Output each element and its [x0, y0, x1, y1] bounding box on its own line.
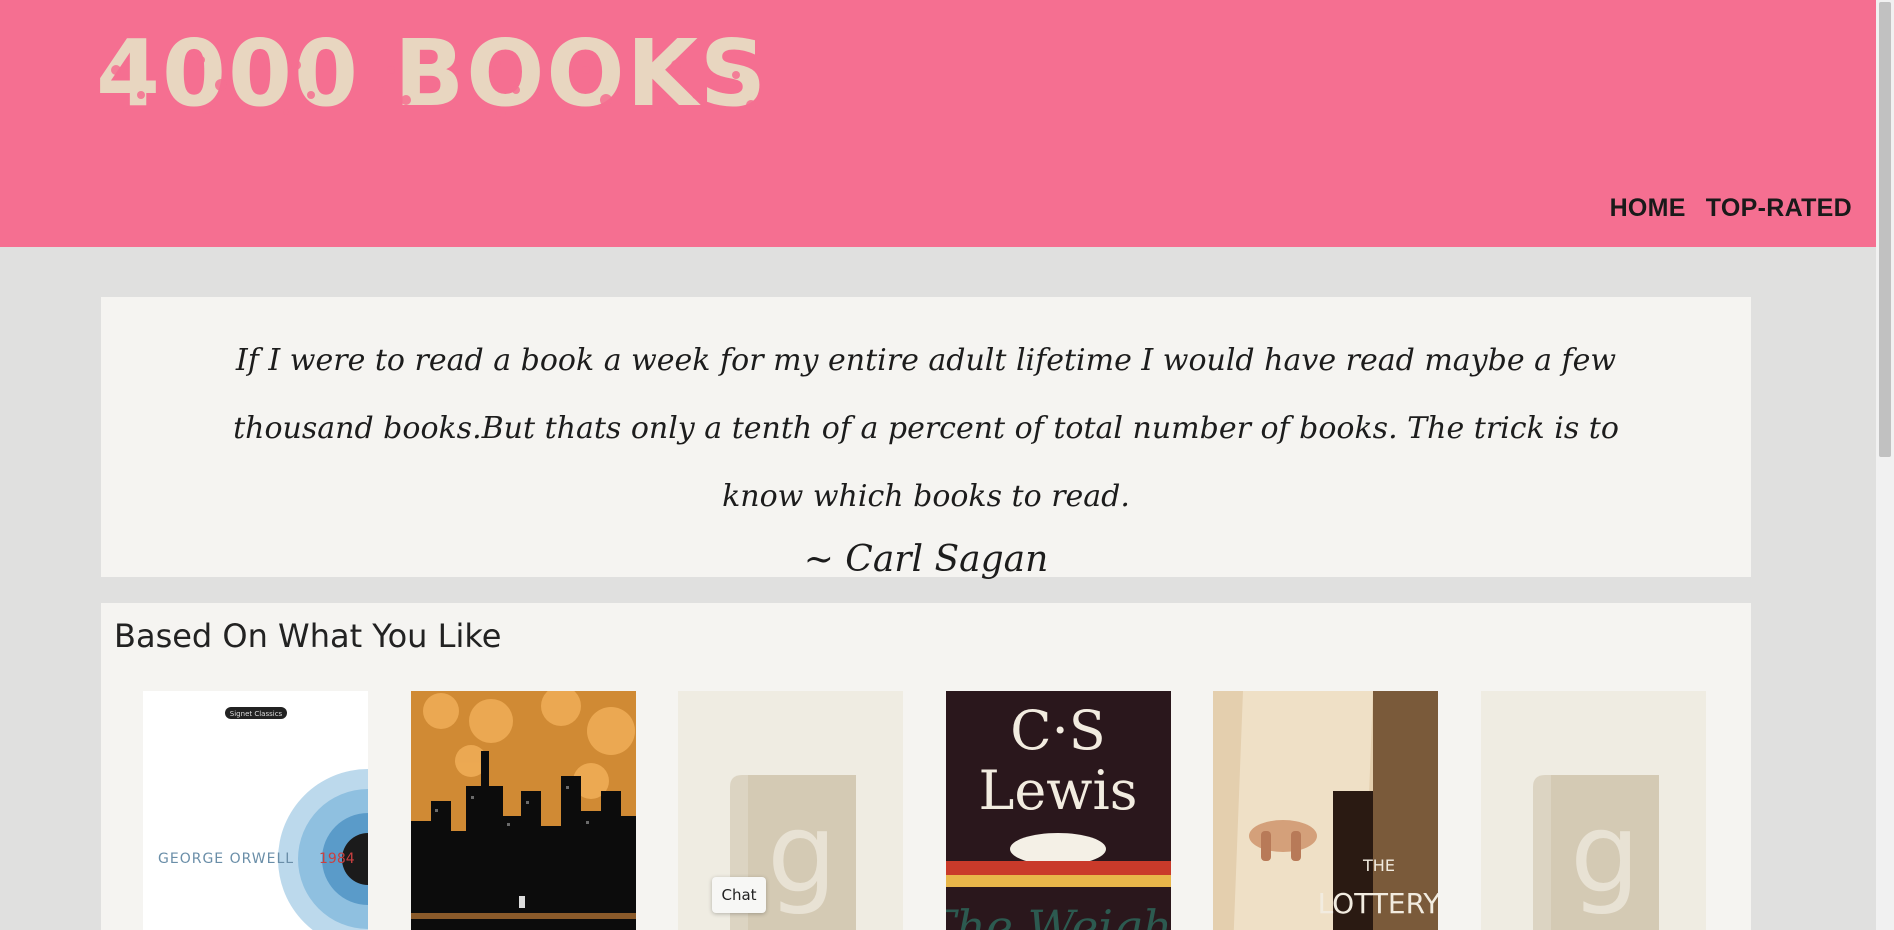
- svg-text:Signet Classics: Signet Classics: [230, 710, 283, 718]
- nav-top-rated-link[interactable]: TOP-RATED: [1706, 194, 1852, 223]
- quote-author: ~ Carl Sagan: [803, 539, 1049, 580]
- scrollbar-thumb[interactable]: [1879, 2, 1891, 457]
- book-card[interactable]: [411, 691, 636, 930]
- vertical-scrollbar[interactable]: [1876, 0, 1894, 930]
- main-nav: HOME TOP-RATED: [1610, 194, 1852, 223]
- svg-text:GEORGE ORWELL: GEORGE ORWELL: [158, 851, 294, 867]
- book-card[interactable]: g: [1481, 691, 1706, 930]
- recommendations-panel: Based On What You Like Signet Classics G…: [101, 603, 1751, 930]
- book-cover-cs-lewis: C·S Lewis The Weight: [946, 691, 1171, 930]
- book-card[interactable]: Signet Classics GEORGE ORWELL 1984: [143, 691, 368, 930]
- svg-text:LOTTERY: LOTTERY: [1318, 887, 1438, 920]
- svg-text:C·S: C·S: [1010, 699, 1105, 762]
- svg-text:g: g: [1570, 789, 1640, 917]
- book-cover-1984: Signet Classics GEORGE ORWELL 1984: [143, 691, 368, 930]
- page: 4000 BOOKS HOME TOP-RATED If I were to r…: [0, 0, 1894, 930]
- quote-text: If I were to read a book a week for my e…: [233, 343, 1619, 514]
- svg-text:THE: THE: [1362, 856, 1395, 875]
- book-cover-city: [411, 691, 636, 930]
- svg-text:Lewis: Lewis: [978, 759, 1137, 822]
- recommendations-title: Based On What You Like: [114, 617, 502, 655]
- book-card[interactable]: C·S Lewis The Weight: [946, 691, 1171, 930]
- chat-button[interactable]: Chat: [712, 877, 766, 913]
- svg-text:1984: 1984: [319, 851, 355, 867]
- svg-text:The Weight: The Weight: [946, 900, 1171, 930]
- book-cover-placeholder: g: [1481, 691, 1706, 930]
- book-cover-lottery: THE LOTTERY: [1213, 691, 1438, 930]
- book-card[interactable]: THE LOTTERY: [1213, 691, 1438, 930]
- nav-home-link[interactable]: HOME: [1610, 194, 1686, 223]
- site-header: 4000 BOOKS HOME TOP-RATED: [0, 0, 1876, 247]
- site-logo[interactable]: 4000 BOOKS: [96, 28, 768, 120]
- quote-panel: If I were to read a book a week for my e…: [101, 297, 1751, 580]
- svg-text:g: g: [767, 789, 837, 917]
